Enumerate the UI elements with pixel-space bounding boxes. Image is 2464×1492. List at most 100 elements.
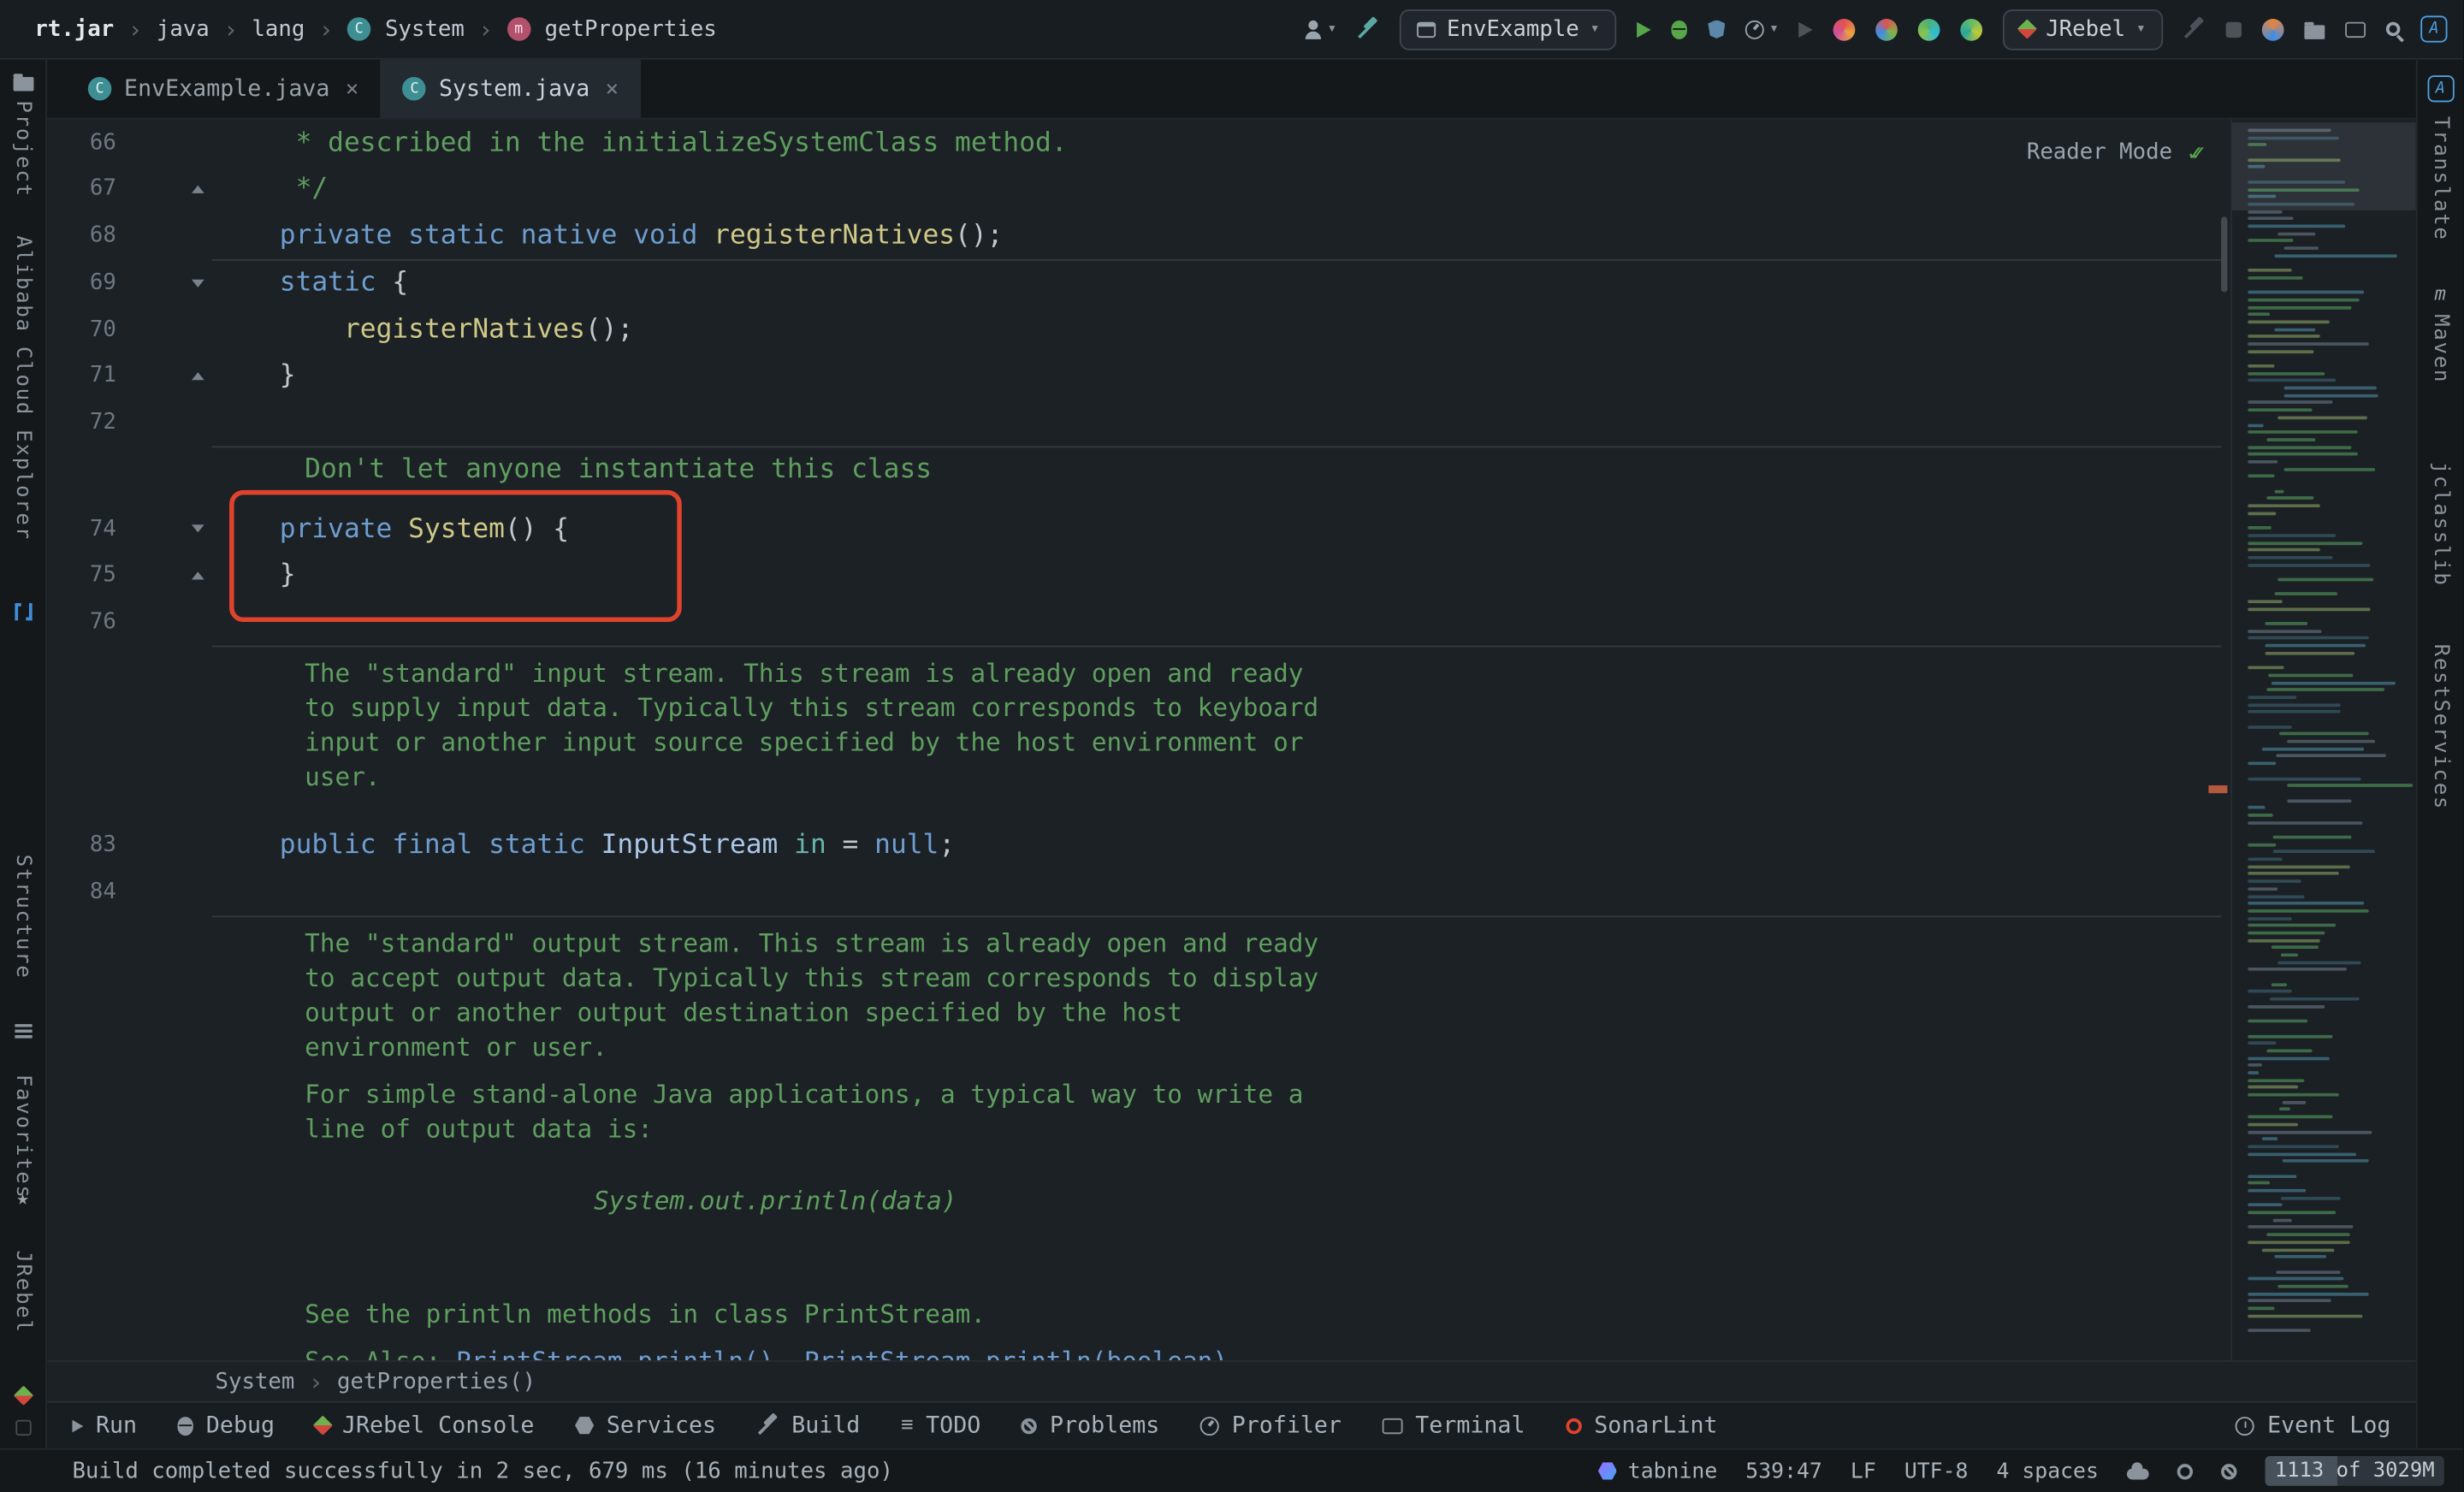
- line-text[interactable]: For simple stand-alone Java applications…: [280, 1079, 2230, 1109]
- line-text[interactable]: The "standard" output stream. This strea…: [280, 928, 2230, 958]
- editor-line[interactable]: output or another output destination spe…: [47, 995, 2230, 1029]
- line-text[interactable]: public final static InputStream in = nul…: [280, 830, 2230, 861]
- debug-button[interactable]: [1672, 20, 1687, 38]
- plugin-icon-2[interactable]: [1876, 18, 1898, 40]
- editor-line[interactable]: to accept output data. Typically this st…: [47, 961, 2230, 995]
- editor-line[interactable]: 69 static {: [47, 260, 2230, 306]
- line-number[interactable]: 71: [47, 364, 116, 388]
- editor-line[interactable]: For simple stand-alone Java applications…: [47, 1077, 2230, 1111]
- editor-line[interactable]: environment or user.: [47, 1029, 2230, 1063]
- fold-icon[interactable]: [192, 372, 204, 380]
- line-text[interactable]: System.out.println(data): [280, 1186, 2230, 1216]
- line-text[interactable]: Don't let anyone instantiate this class: [280, 454, 2230, 486]
- toolwindow-profiler[interactable]: Profiler: [1200, 1412, 1342, 1437]
- editor-line[interactable]: 70 registerNatives();: [47, 306, 2230, 352]
- breadcrumb-member[interactable]: getProperties(): [337, 1369, 536, 1394]
- sidebar-item-jrebel[interactable]: JRebel: [11, 1250, 35, 1333]
- line-text[interactable]: to supply input data. Typically this str…: [280, 693, 2230, 723]
- line-number[interactable]: 67: [47, 176, 116, 201]
- close-icon[interactable]: ×: [606, 76, 619, 101]
- line-text[interactable]: }: [280, 360, 2230, 392]
- file-encoding[interactable]: UTF-8: [1904, 1459, 1969, 1483]
- line-text[interactable]: to accept output data. Typically this st…: [280, 962, 2230, 992]
- editor-line[interactable]: line of output data is:: [47, 1111, 2230, 1146]
- fold-icon[interactable]: [192, 571, 204, 579]
- caret-position[interactable]: 539:47: [1745, 1459, 1822, 1483]
- minimap[interactable]: [2230, 120, 2416, 1360]
- sidebar-item-maven[interactable]: Maven: [2428, 314, 2452, 383]
- close-icon[interactable]: ×: [346, 76, 358, 101]
- editor-line[interactable]: See the println methods in class PrintSt…: [47, 1297, 2230, 1331]
- error-stripe-mark[interactable]: [2208, 785, 2227, 793]
- user-menu-button[interactable]: ▾: [1304, 20, 1337, 38]
- translate-icon[interactable]: A: [2420, 15, 2447, 42]
- coverage-button[interactable]: [1708, 20, 1725, 38]
- editor-line[interactable]: to supply input data. Typically this str…: [47, 690, 2230, 725]
- inspections-ok-icon[interactable]: ✓✓: [2188, 139, 2205, 167]
- reader-mode-widget[interactable]: Reader Mode ✓✓: [2027, 139, 2206, 167]
- editor-line[interactable]: 68private static native void registerNat…: [47, 212, 2230, 258]
- line-text[interactable]: user.: [280, 761, 2230, 791]
- tab-envexample-java[interactable]: C EnvExample.java ×: [66, 60, 381, 118]
- breadcrumb-rtjar[interactable]: rt.jar: [34, 16, 114, 41]
- line-text[interactable]: input or another input source specified …: [280, 727, 2230, 757]
- fold-icon[interactable]: [192, 185, 204, 192]
- sidebar-item-translate[interactable]: Translate: [2428, 116, 2452, 241]
- sidebar-item-favorites[interactable]: Favorites: [11, 1075, 35, 1199]
- breadcrumb-getproperties[interactable]: getProperties: [545, 16, 717, 41]
- tool-window-switcher-icon[interactable]: [15, 1420, 30, 1436]
- toolwindow-build[interactable]: Build: [757, 1412, 861, 1437]
- line-text[interactable]: private static native void registerNativ…: [280, 220, 2230, 252]
- editor-line[interactable]: 71}: [47, 352, 2230, 399]
- breadcrumb-class[interactable]: System: [216, 1369, 295, 1394]
- lock-indicator-icon[interactable]: [2221, 1463, 2236, 1478]
- sidebar-item-jclasslib[interactable]: jclasslib: [2428, 462, 2452, 587]
- line-number[interactable]: 84: [47, 879, 116, 904]
- editor-line[interactable]: Don't let anyone instantiate this class: [47, 447, 2230, 493]
- translate-icon[interactable]: A: [2427, 75, 2454, 102]
- line-number[interactable]: 75: [47, 563, 116, 588]
- fold-icon[interactable]: [192, 525, 204, 533]
- cloud-sync-icon[interactable]: [2127, 1469, 2149, 1480]
- line-separator[interactable]: LF: [1851, 1459, 1876, 1483]
- editor-line[interactable]: The "standard" input stream. This stream…: [47, 656, 2230, 690]
- build-project-button[interactable]: [1357, 18, 1379, 40]
- tab-system-java[interactable]: C System.java ×: [381, 60, 641, 118]
- editor-line[interactable]: The "standard" output stream. This strea…: [47, 926, 2230, 960]
- toolwindow-services[interactable]: Services: [575, 1412, 716, 1437]
- line-number[interactable]: 76: [47, 609, 116, 634]
- plug-icon[interactable]: [2262, 18, 2284, 40]
- line-number[interactable]: 69: [47, 270, 116, 295]
- sidebar-item-structure[interactable]: Structure: [11, 855, 35, 980]
- jrebel-icon[interactable]: [13, 1386, 33, 1406]
- editor-line[interactable]: 66 * described in the initializeSystemCl…: [47, 120, 2230, 166]
- plugin-icon-4[interactable]: [1961, 18, 1983, 40]
- breadcrumb-java[interactable]: java: [157, 16, 210, 41]
- editor-line[interactable]: input or another input source specified …: [47, 725, 2230, 759]
- breadcrumb-lang[interactable]: lang: [252, 16, 305, 41]
- line-text[interactable]: * described in the initializeSystemClass…: [280, 127, 2230, 158]
- line-text[interactable]: line of output data is:: [280, 1114, 2230, 1144]
- toolwindow-run[interactable]: Run: [72, 1412, 137, 1437]
- indent-setting[interactable]: 4 spaces: [1996, 1459, 2098, 1483]
- line-text[interactable]: static {: [280, 268, 2230, 299]
- line-text[interactable]: output or another output destination spe…: [280, 998, 2230, 1027]
- editor-line[interactable]: 72: [47, 399, 2230, 445]
- line-number[interactable]: 70: [47, 317, 116, 341]
- toolwindow-jrebel-console[interactable]: JRebel Console: [316, 1412, 535, 1437]
- run-configuration-select[interactable]: EnvExample ▾: [1400, 9, 1617, 50]
- toolwindow-debug[interactable]: Debug: [178, 1412, 275, 1437]
- line-number[interactable]: 83: [47, 833, 116, 858]
- jrebel-select[interactable]: JRebel ▾: [2004, 9, 2164, 50]
- breadcrumb-system[interactable]: System: [385, 16, 465, 41]
- line-text[interactable]: environment or user.: [280, 1032, 2230, 1062]
- line-text[interactable]: registerNatives();: [280, 314, 2230, 346]
- editor-line[interactable]: See Also: PrintStream.println(), PrintSt…: [47, 1344, 2230, 1360]
- minimap-viewport[interactable]: [2232, 122, 2416, 210]
- hotswap-indicator-icon[interactable]: [2177, 1463, 2193, 1478]
- line-text[interactable]: */: [280, 173, 2230, 204]
- scrollbar-thumb[interactable]: [2221, 216, 2227, 292]
- sidebar-item-project[interactable]: Project: [11, 101, 35, 198]
- search-everywhere-button[interactable]: [2386, 22, 2401, 37]
- profiler-button[interactable]: ▾: [1745, 20, 1779, 38]
